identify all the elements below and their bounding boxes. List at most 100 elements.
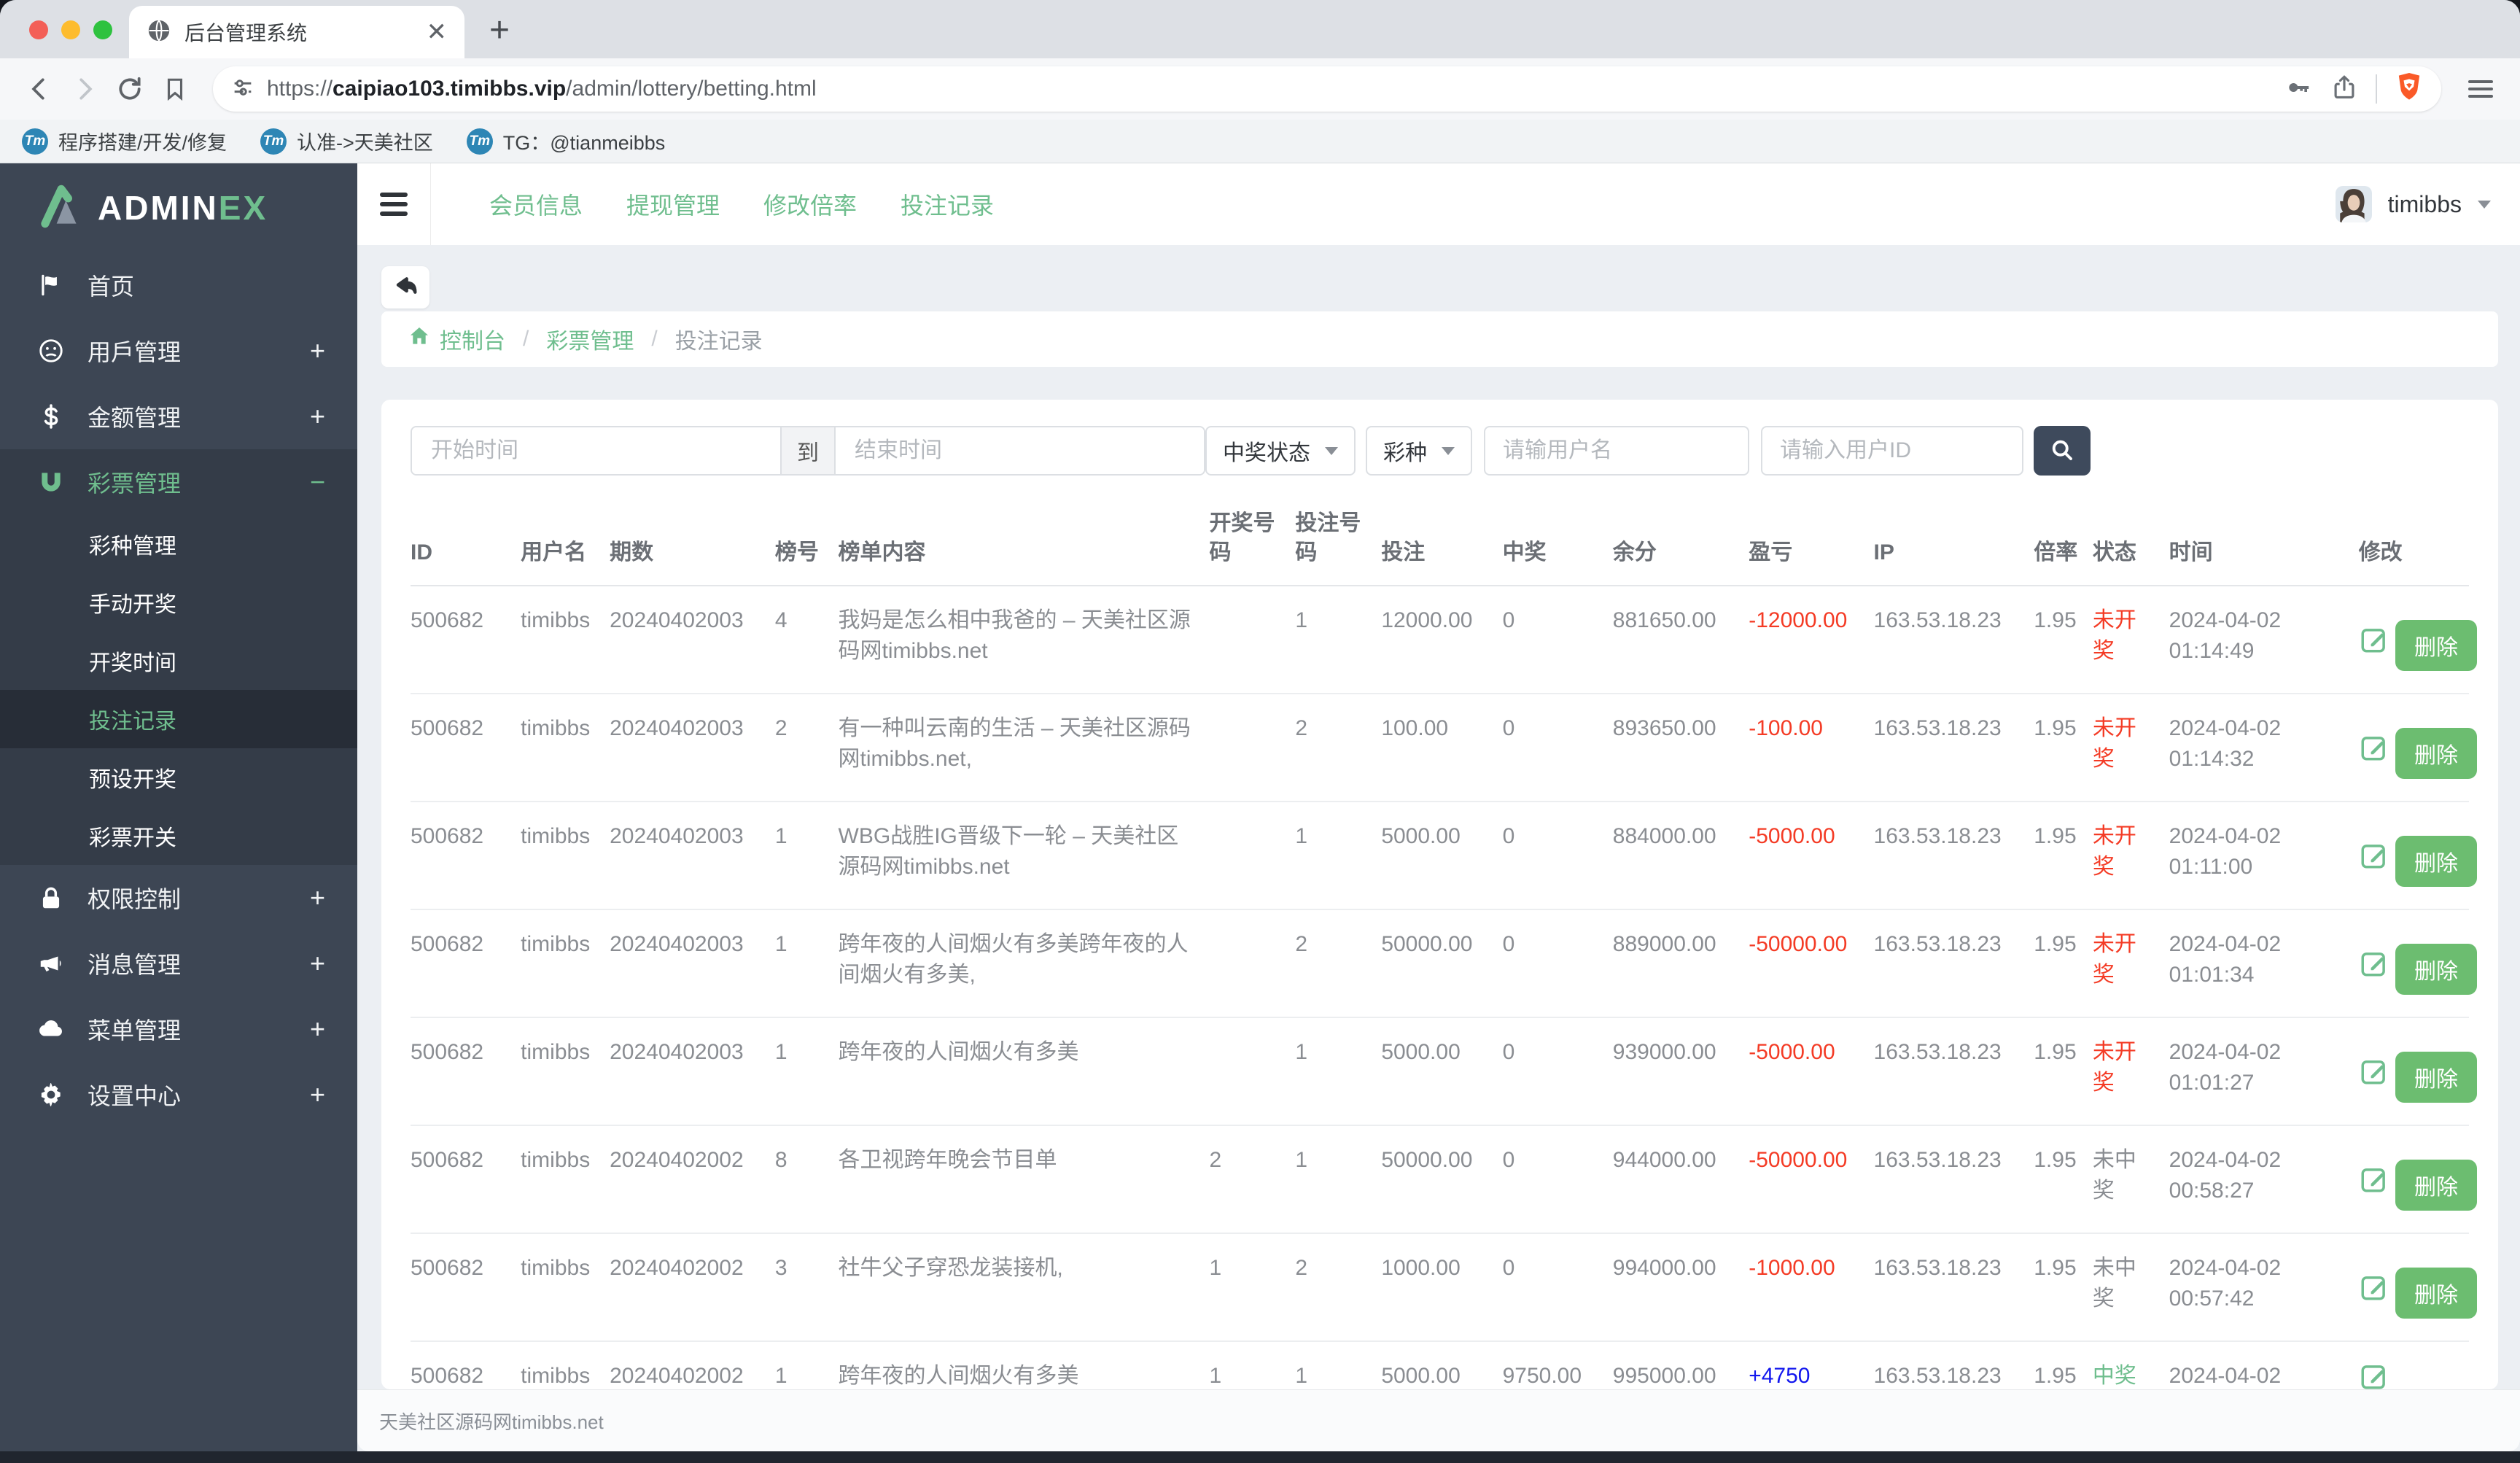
- cell-actions: 删除: [2359, 694, 2478, 802]
- sidebar-subitem[interactable]: 彩种管理: [0, 515, 357, 573]
- url-bar[interactable]: https://caipiao103.timibbs.vip/admin/lot…: [213, 66, 2441, 112]
- share-icon[interactable]: [2330, 74, 2358, 105]
- cell-win: 0: [1502, 824, 1515, 848]
- cell-content: 各卫视跨年晚会节目单: [838, 1148, 1057, 1172]
- column-header: 修改: [2358, 540, 2403, 564]
- user-menu[interactable]: timibbs: [2335, 186, 2520, 222]
- cell-ip: 163.53.18.23: [1873, 1148, 2002, 1172]
- expand-icon[interactable]: +: [310, 948, 325, 979]
- back-icon[interactable]: [20, 70, 58, 108]
- breadcrumb-section[interactable]: 彩票管理: [546, 323, 634, 355]
- new-tab-button[interactable]: +: [489, 13, 510, 48]
- edit-icon[interactable]: [2359, 624, 2389, 664]
- edit-icon[interactable]: [2359, 732, 2389, 772]
- bookmark-item[interactable]: Tm 认准->天美社区: [260, 127, 433, 155]
- tab-title: 后台管理系统: [184, 22, 308, 44]
- topnav-link[interactable]: 会员信息: [467, 187, 604, 221]
- sidebar-toggle-icon[interactable]: [357, 187, 430, 221]
- cell-actions: 删除: [2359, 1233, 2478, 1341]
- cell-user: timibbs: [521, 1148, 591, 1172]
- column-header: 开奖号码: [1209, 511, 1275, 564]
- close-window-button[interactable]: [29, 20, 48, 39]
- expand-icon[interactable]: +: [310, 335, 325, 366]
- url-text[interactable]: https://caipiao103.timibbs.vip/admin/lot…: [267, 77, 2272, 101]
- lottery-type-select[interactable]: 彩种: [1366, 426, 1472, 476]
- cell-actions: 删除: [2359, 802, 2478, 909]
- browser-menu-icon[interactable]: [2462, 70, 2500, 108]
- bookmark-item[interactable]: Tm TG：@tianmeibbs: [466, 127, 665, 155]
- column-header: IP: [1873, 540, 1894, 564]
- delete-button[interactable]: 删除: [2395, 944, 2478, 995]
- end-time-input[interactable]: [836, 427, 1204, 474]
- sidebar-subitem[interactable]: 手动开奖: [0, 573, 357, 632]
- cell-status: 未中奖: [2092, 1256, 2136, 1311]
- win-status-select[interactable]: 中奖状态: [1205, 426, 1356, 476]
- sidebar-item[interactable]: 彩票管理 −: [0, 449, 357, 515]
- expand-icon[interactable]: +: [310, 1014, 325, 1044]
- delete-button[interactable]: 删除: [2395, 1160, 2478, 1211]
- sidebar-subitem[interactable]: 开奖时间: [0, 632, 357, 690]
- bookmark-item[interactable]: Tm 程序搭建/开发/修复: [22, 127, 227, 155]
- topnav-link[interactable]: 投注记录: [879, 187, 1016, 221]
- sidebar-item[interactable]: 消息管理 +: [0, 931, 357, 996]
- brave-shield-icon[interactable]: [2395, 71, 2424, 107]
- tab-close-icon[interactable]: ✕: [427, 20, 448, 44]
- sidebar-item[interactable]: 权限控制 +: [0, 865, 357, 931]
- edit-icon[interactable]: [2359, 1272, 2389, 1311]
- zoom-window-button[interactable]: [93, 20, 112, 39]
- edit-icon[interactable]: [2359, 1361, 2389, 1389]
- expand-icon[interactable]: +: [310, 882, 325, 913]
- start-time-input[interactable]: [412, 427, 780, 474]
- topbar-divider: [430, 163, 431, 245]
- topnav-link[interactable]: 修改倍率: [742, 187, 879, 221]
- delete-button[interactable]: 删除: [2395, 620, 2478, 671]
- sidebar-item[interactable]: 金额管理 +: [0, 384, 357, 449]
- cell-win: 9750.00: [1502, 1364, 1582, 1388]
- cell-user: timibbs: [521, 1256, 591, 1280]
- table-row: 500682 timibbs 20240402003 1 WBG战胜IG晋级下一…: [411, 802, 2478, 909]
- cell-issue: 20240402002: [610, 1256, 744, 1280]
- username-input[interactable]: [1484, 426, 1749, 476]
- edit-icon[interactable]: [2359, 948, 2389, 987]
- delete-button[interactable]: 删除: [2395, 1052, 2478, 1103]
- userid-input[interactable]: [1761, 426, 2023, 476]
- cell-win: 0: [1502, 608, 1515, 632]
- forward-icon[interactable]: [66, 70, 104, 108]
- traffic-lights[interactable]: [29, 20, 112, 39]
- breadcrumb-home[interactable]: 控制台: [408, 323, 505, 355]
- edit-icon[interactable]: [2359, 1164, 2389, 1203]
- column-header: 用户名: [521, 540, 587, 564]
- edit-icon[interactable]: [2359, 840, 2389, 880]
- cell-bet: 1000.00: [1381, 1256, 1461, 1280]
- sidebar-item[interactable]: 用戶管理 +: [0, 318, 357, 384]
- sidebar-subitem[interactable]: 投注记录: [0, 690, 357, 748]
- search-button[interactable]: [2034, 426, 2091, 476]
- sidebar-subitem[interactable]: 彩票开关: [0, 807, 357, 865]
- minimize-window-button[interactable]: [61, 20, 80, 39]
- logo-mountain-icon: [38, 185, 85, 232]
- bookmark-icon[interactable]: [156, 70, 194, 108]
- browser-window: 后台管理系统 ✕ + https://caipiao103.timibbs.vi…: [0, 0, 2520, 1463]
- expand-icon[interactable]: −: [310, 467, 325, 497]
- sidebar-section: 消息管理 +: [0, 931, 357, 996]
- delete-button[interactable]: 删除: [2395, 1268, 2478, 1319]
- sidebar-section: 菜单管理 +: [0, 996, 357, 1062]
- reload-icon[interactable]: [111, 70, 149, 108]
- cell-bet-no: 1: [1295, 1040, 1308, 1064]
- back-button[interactable]: [381, 266, 429, 308]
- browser-tab[interactable]: 后台管理系统 ✕: [129, 6, 464, 58]
- sidebar-item[interactable]: 设置中心 +: [0, 1062, 357, 1128]
- cell-issue: 20240402003: [610, 1040, 744, 1064]
- sidebar-subitem[interactable]: 预设开奖: [0, 748, 357, 807]
- topnav-link[interactable]: 提现管理: [604, 187, 742, 221]
- delete-button[interactable]: 删除: [2395, 728, 2478, 779]
- sidebar-item[interactable]: 首页: [0, 252, 357, 318]
- sidebar-item[interactable]: 菜单管理 +: [0, 996, 357, 1062]
- key-icon[interactable]: [2284, 73, 2313, 106]
- delete-button[interactable]: 删除: [2395, 836, 2478, 887]
- edit-icon[interactable]: [2359, 1056, 2389, 1095]
- site-settings-icon[interactable]: [230, 75, 255, 104]
- gear-icon: [36, 1081, 66, 1109]
- expand-icon[interactable]: +: [310, 401, 325, 432]
- expand-icon[interactable]: +: [310, 1079, 325, 1110]
